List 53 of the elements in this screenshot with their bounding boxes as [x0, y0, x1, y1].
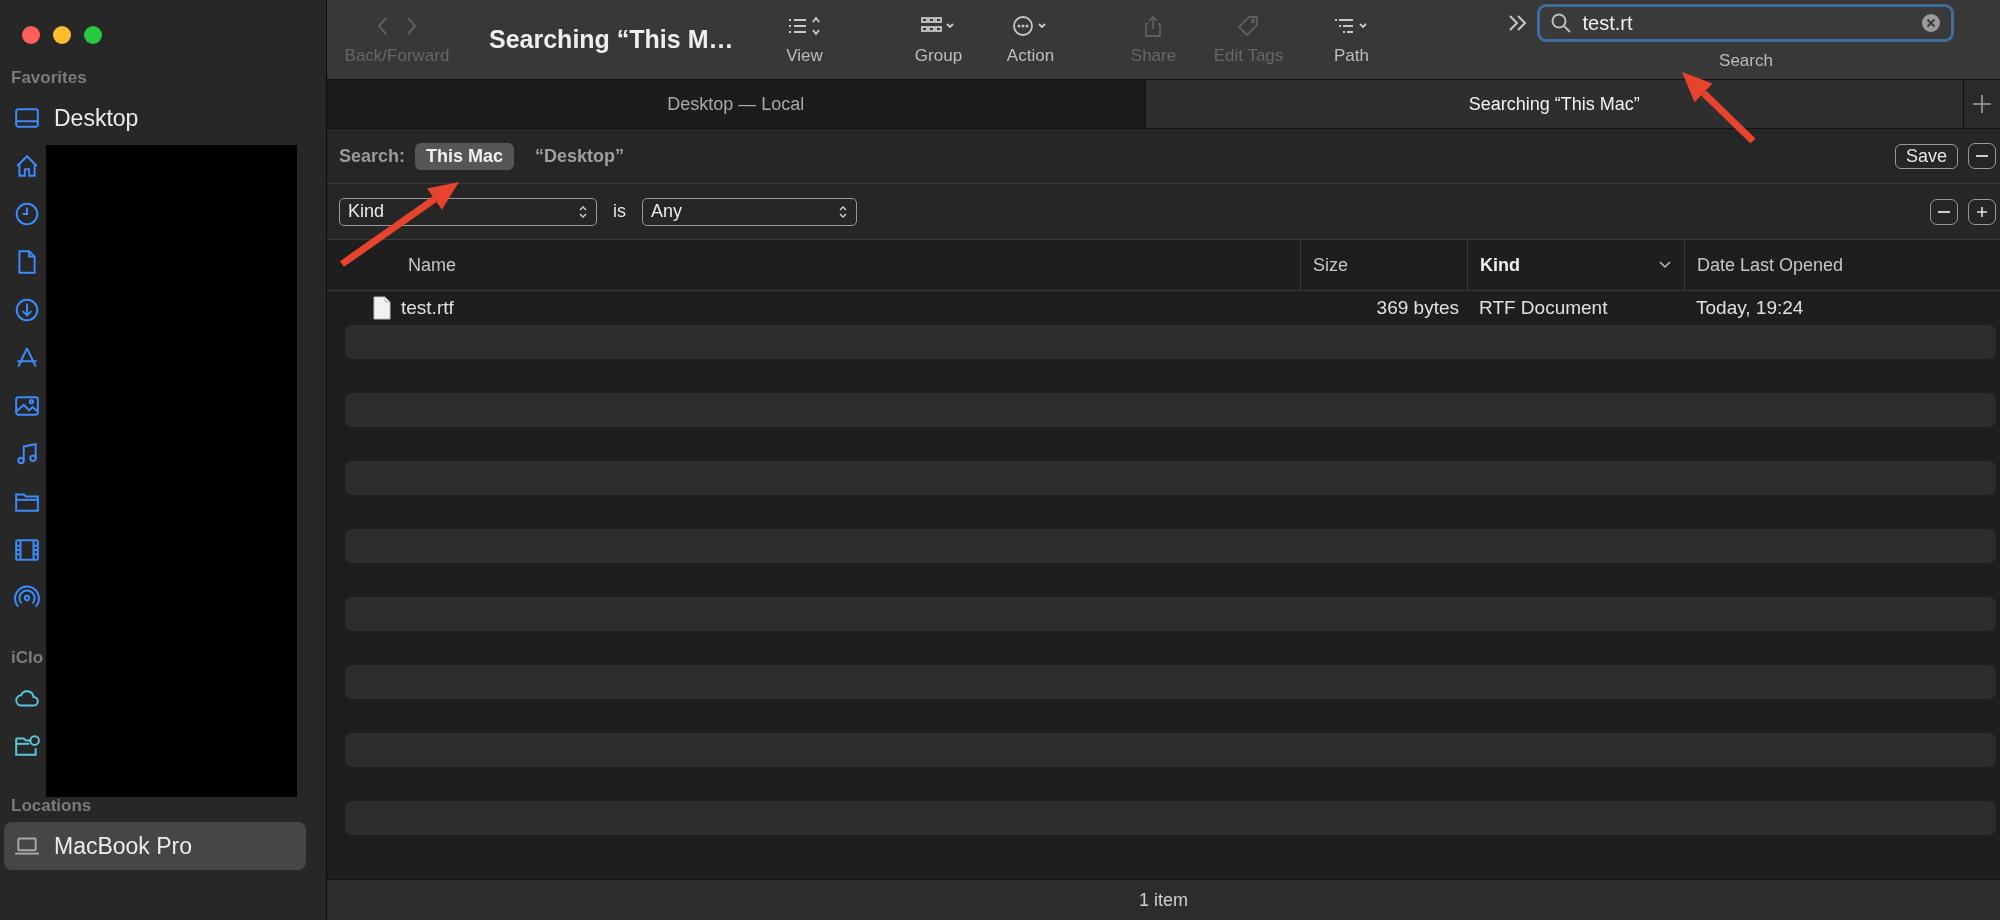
view-icon[interactable] [786, 14, 823, 37]
search-scope-label: Search: [339, 145, 406, 167]
document-icon [373, 296, 391, 320]
shared-folder-icon [14, 733, 40, 759]
sidebar-item[interactable]: Desktop [4, 94, 212, 142]
toolbar-label: Action [1006, 45, 1055, 66]
save-button[interactable]: Save [1894, 143, 1958, 169]
window-title: Searching “This M… [489, 24, 734, 56]
tab[interactable]: Desktop — Local [327, 80, 1146, 128]
section-heading: Favorites [10, 67, 88, 89]
window-button[interactable] [53, 26, 71, 44]
table-cell-text: 369 bytes [1375, 297, 1460, 319]
table-cell: test.rtf [327, 296, 1300, 320]
window-button[interactable] [84, 26, 102, 44]
download-icon [14, 297, 40, 323]
operator-label: is [613, 201, 626, 222]
scope-button[interactable]: This Mac [415, 142, 515, 170]
table-cell-text: RTF Document [1478, 297, 1609, 319]
sort-chevron-icon [1658, 260, 1672, 270]
home-icon [14, 153, 40, 179]
column-header[interactable]: Kind [1467, 240, 1684, 290]
window-button[interactable] [22, 26, 40, 44]
column-header[interactable]: Date Last Opened [1684, 240, 2000, 290]
section-heading: iClo [10, 647, 45, 669]
action-icon[interactable] [1012, 14, 1049, 37]
film-icon [14, 537, 40, 563]
search-field[interactable]: test.rt [1537, 4, 1955, 42]
value-popup[interactable]: Any [642, 197, 857, 226]
toolbar-label: Path [1334, 45, 1369, 66]
sidebar-item[interactable]: MacBook Pro [4, 822, 306, 870]
clock-icon [14, 201, 40, 227]
photo-icon [14, 393, 40, 419]
search-icon [1550, 12, 1573, 34]
column-header[interactable]: Size [1300, 240, 1467, 290]
minus-icon [1976, 155, 1988, 157]
tab[interactable]: Searching “This Mac” [1145, 80, 1964, 128]
minus-icon [1938, 210, 1950, 213]
clear-icon[interactable] [1921, 13, 1942, 33]
music-icon [14, 441, 40, 467]
desktop-icon [14, 105, 40, 131]
add-tab-icon[interactable] [1972, 94, 1992, 114]
remove-button[interactable] [1930, 198, 1958, 225]
table-cell-text: Today, 19:24 [1695, 297, 1805, 319]
remove-button[interactable] [1968, 143, 1996, 169]
toolbar-label: Search [1719, 51, 1773, 71]
toolbar-label: Group [914, 45, 963, 66]
section-heading: Locations [10, 795, 93, 817]
add-button[interactable] [1968, 198, 1996, 225]
column-header[interactable]: Name [327, 240, 1300, 290]
scope-button[interactable]: “Desktop” [524, 142, 636, 170]
item-count: 1 item [1139, 889, 1188, 911]
toolbar-label: View [786, 45, 823, 66]
plus-icon [1975, 204, 1989, 219]
